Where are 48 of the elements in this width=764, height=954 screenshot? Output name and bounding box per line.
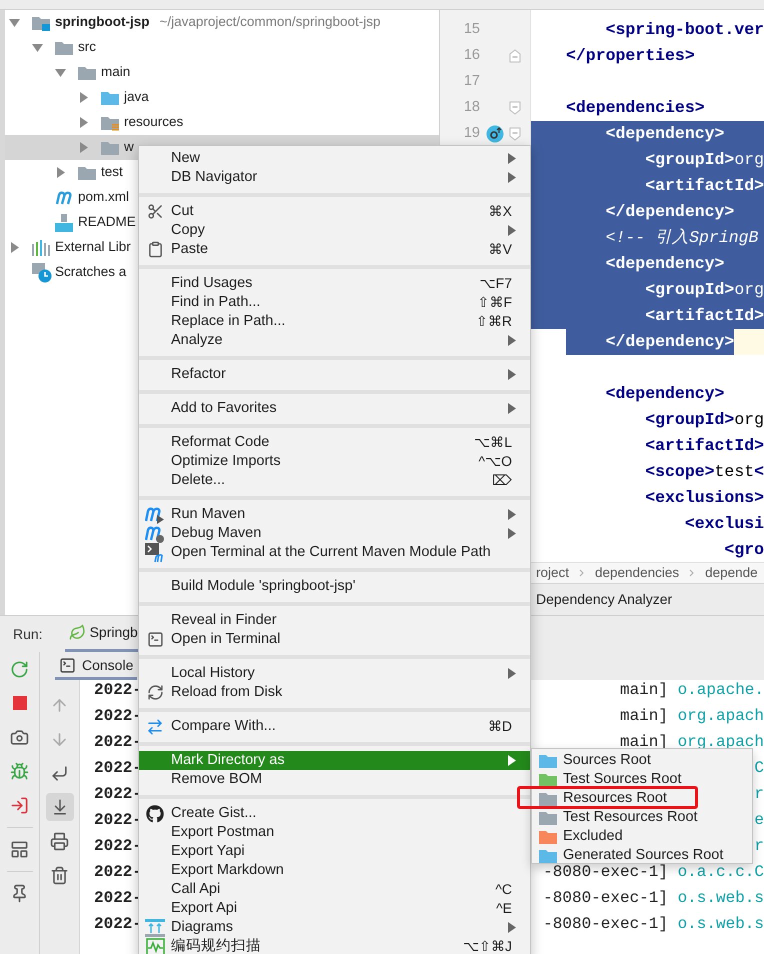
code-line: <gro: [723, 538, 764, 561]
line-number: 19: [464, 125, 480, 142]
log-text: main] org.apach: [620, 732, 764, 753]
code-line: </properties>: [566, 44, 695, 67]
log-text: 2022-: [94, 706, 142, 727]
log-text: 2022-: [94, 862, 142, 883]
run-label: Run:: [13, 624, 43, 644]
code-line: <groupId>org: [644, 408, 764, 431]
shortcut-label: ⌥⇧⌘J: [463, 937, 512, 954]
log-text: main] org.apach: [620, 706, 764, 727]
shortcut-label: ⇧⌘R: [476, 312, 512, 331]
code-line: <dependency>: [604, 382, 724, 405]
log-text: r: [754, 836, 764, 857]
line-number: 18: [464, 99, 480, 116]
shortcut-label: ⌘D: [488, 717, 512, 736]
shortcut-label: ^E: [496, 899, 512, 918]
log-text: e: [754, 810, 764, 831]
code-line: <spring-boot.ver: [604, 18, 764, 41]
log-text: 2022-: [94, 810, 142, 831]
shortcut-label: ^⌥O: [478, 452, 512, 471]
log-text: 2022-: [94, 914, 142, 935]
log-text: 2022-: [94, 784, 142, 805]
code-line: <artifactId>: [644, 434, 764, 457]
shortcut-label: ^C: [495, 880, 512, 899]
log-text: -8080-exec-1] o.s.web.s: [543, 888, 764, 909]
log-text: 2022-: [94, 836, 142, 857]
log-text: main] o.apache.: [620, 680, 764, 701]
line-number: 16: [464, 47, 480, 64]
line-number: 17: [464, 73, 480, 90]
shortcut-label: ⌥⌘L: [474, 433, 512, 452]
code-line: <scope>test<: [644, 460, 764, 483]
shortcut-label: ⌘V: [488, 240, 512, 259]
line-number: 15: [464, 21, 480, 38]
code-line: <exclusions>: [644, 486, 764, 509]
log-text: -8080-exec-1] o.a.c.c.C: [543, 862, 764, 883]
shortcut-label: ⌘X: [488, 202, 512, 221]
log-text: 2022-: [94, 732, 142, 753]
log-text: C: [754, 758, 764, 779]
log-text: 2022-: [94, 888, 142, 909]
shortcut-label: ⌥F7: [480, 274, 512, 293]
log-text: 2022-: [94, 680, 142, 701]
code-line: <dependencies>: [566, 96, 705, 119]
code-line: <exclusi: [684, 512, 764, 535]
project-path: ~/javaproject/common/springboot-jsp: [160, 13, 380, 32]
shortcut-label: ⇧⌘F: [477, 293, 512, 312]
shortcut-label: ⌦: [492, 471, 512, 490]
log-text: -8080-exec-1] o.s.web.s: [543, 914, 764, 935]
log-text: r: [754, 784, 764, 805]
